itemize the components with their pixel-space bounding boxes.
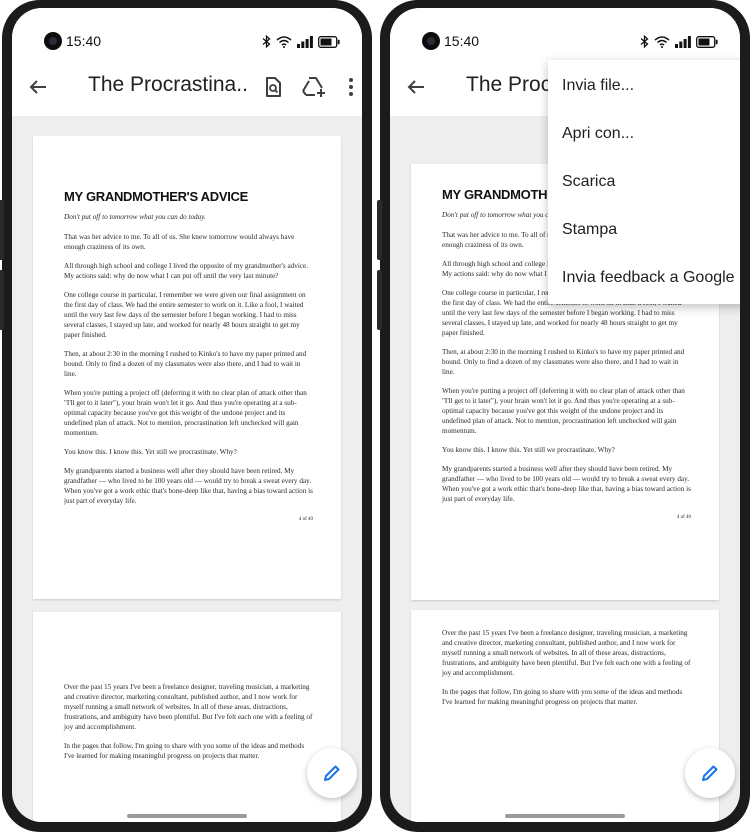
page-number: 4 of 40 [676, 515, 691, 520]
page-heading: MY GRANDMOTHER'S ADVICE [64, 189, 248, 204]
arrow-left-icon [407, 80, 424, 94]
pencil-icon [324, 765, 340, 781]
document-title: The Procrastina... [88, 73, 248, 96]
volume-button [0, 200, 4, 260]
paragraph: Then, at about 2:30 in the morning I rus… [442, 348, 685, 376]
paragraph: When you're putting a project off (defer… [64, 389, 307, 437]
find-in-page-icon [266, 77, 281, 97]
screen: 15:40 The Procrastina... MY GRANDMOTHER'… [12, 8, 362, 822]
menu-item-download[interactable]: Scarica [548, 158, 740, 206]
screen: 15:40 The Procras MY GRANDMOTHER'S ADVIC… [390, 8, 740, 822]
paragraph: My grandparents started a business well … [64, 467, 313, 505]
volume-button [377, 270, 382, 330]
find-in-page-button[interactable] [261, 75, 285, 99]
paragraph: All through high school and college I li… [64, 262, 309, 280]
home-indicator[interactable] [127, 814, 247, 818]
status-bar: 15:40 [12, 8, 362, 58]
phone-right: 15:40 The Procras MY GRANDMOTHER'S ADVIC… [377, 0, 750, 832]
status-icons [262, 34, 340, 48]
menu-item-send-file[interactable]: Invia file... [548, 62, 740, 110]
front-camera [44, 32, 62, 50]
more-vert-icon [349, 78, 353, 96]
battery-icon [696, 36, 718, 48]
volume-button [0, 270, 4, 330]
paragraph: In the pages that follow, I'm going to s… [64, 742, 305, 760]
paragraph: Over the past 15 years I've been a freel… [64, 683, 313, 731]
add-to-drive-button[interactable] [301, 75, 325, 99]
menu-item-open-with[interactable]: Apri con... [548, 110, 740, 158]
phone-left: 15:40 The Procrastina... MY GRANDMOTHER'… [0, 0, 372, 832]
menu-item-print[interactable]: Stampa [548, 206, 740, 254]
home-indicator[interactable] [505, 814, 625, 818]
overflow-menu: Invia file... Apri con... Scarica Stampa… [548, 60, 740, 304]
paragraph: You know this. I know this. Yet still we… [442, 446, 615, 454]
volume-button [377, 200, 382, 260]
page-number: 4 of 40 [298, 517, 313, 522]
status-bar: 15:40 [390, 8, 740, 58]
edit-button[interactable] [685, 748, 735, 798]
paragraph: My grandparents started a business well … [442, 465, 691, 503]
front-camera [422, 32, 440, 50]
back-button[interactable] [26, 75, 50, 99]
edit-button[interactable] [307, 748, 357, 798]
arrow-left-icon [29, 80, 46, 94]
battery-icon [318, 36, 340, 48]
status-time: 15:40 [444, 33, 480, 49]
pencil-icon [702, 765, 718, 781]
bluetooth-icon [640, 35, 649, 48]
paragraph: Then, at about 2:30 in the morning I rus… [64, 350, 307, 378]
paragraph: Over the past 15 years I've been a freel… [442, 629, 691, 677]
document-title: The Procras [466, 73, 550, 96]
app-toolbar: The Procrastina... [12, 58, 362, 116]
bluetooth-icon [262, 35, 271, 48]
wifi-icon [276, 36, 292, 48]
document-page: MY GRANDMOTHER'S ADVICE Don't put off to… [33, 136, 341, 599]
paragraph: When you're putting a project off (defer… [442, 387, 685, 435]
signal-icon [297, 36, 313, 48]
status-icons [640, 34, 718, 48]
add-to-drive-icon [302, 77, 325, 97]
document-page: Over the past 15 years I've been a freel… [411, 610, 719, 822]
signal-icon [675, 36, 691, 48]
paragraph: That was her advice to me. To all of us.… [64, 233, 295, 251]
paragraph: In the pages that follow, I'm going to s… [442, 688, 683, 706]
paragraph: One college course in particular, I reme… [64, 291, 306, 339]
wifi-icon [654, 36, 670, 48]
menu-item-send-feedback[interactable]: Invia feedback a Google [548, 254, 740, 302]
more-options-button[interactable] [339, 75, 362, 99]
paragraph: You know this. I know this. Yet still we… [64, 448, 237, 456]
document-page: Over the past 15 years I've been a freel… [33, 612, 341, 822]
back-button[interactable] [404, 75, 428, 99]
status-time: 15:40 [66, 33, 102, 49]
page-subtitle: Don't put off to tomorrow what you can d… [64, 213, 206, 221]
document-viewer[interactable]: MY GRANDMOTHER'S ADVICE Don't put off to… [12, 116, 362, 822]
